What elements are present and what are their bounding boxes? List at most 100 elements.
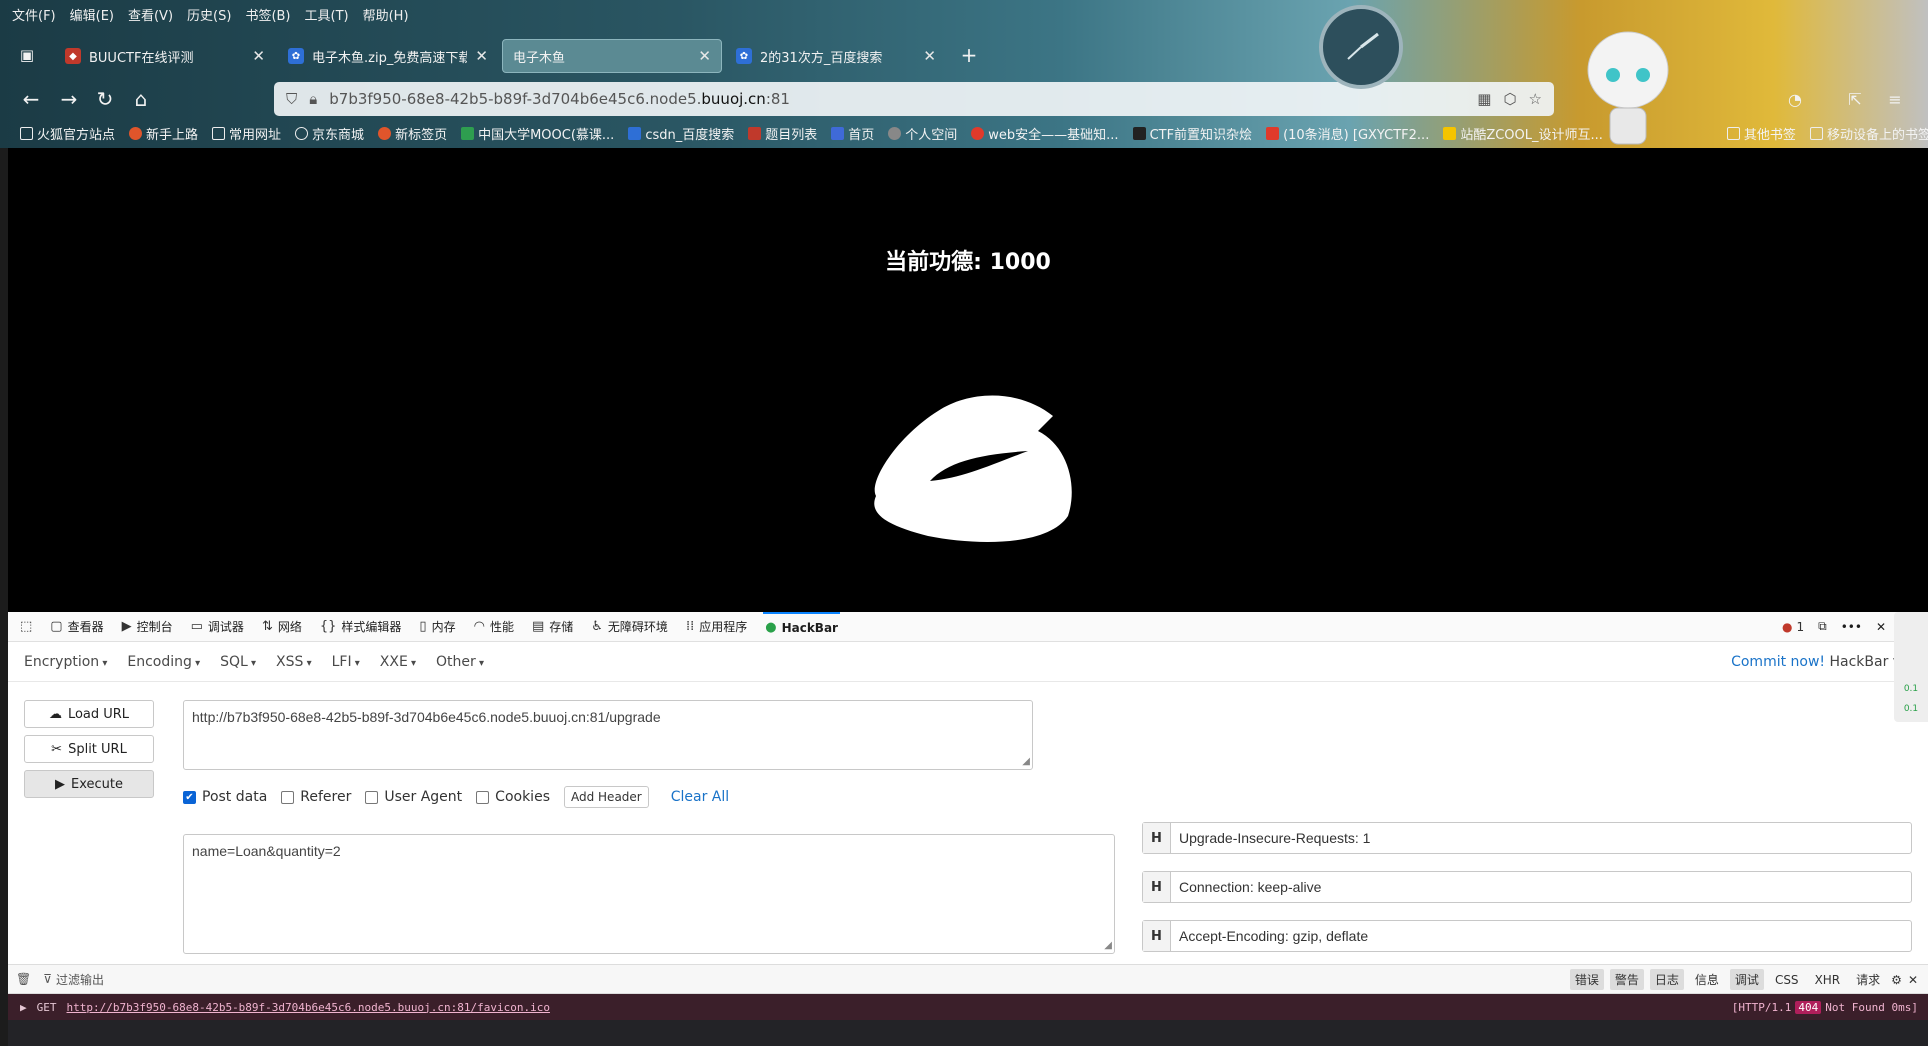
resize-grip-icon[interactable]: ◢ <box>1104 940 1112 951</box>
bookmark-item[interactable]: 移动设备上的书签 <box>1809 124 1928 143</box>
menu-encryption[interactable]: Encryption <box>24 654 107 670</box>
tab-console[interactable]: ▶ 控制台 <box>120 612 175 642</box>
filter-xhr[interactable]: XHR <box>1810 971 1846 989</box>
commit-link[interactable]: Commit now! <box>1731 654 1825 670</box>
expand-arrow-icon[interactable]: ▶ <box>20 1001 27 1014</box>
forward-arrow-icon[interactable]: → <box>54 84 84 114</box>
menu-xxe[interactable]: XXE <box>380 654 416 670</box>
bookmark-item[interactable]: 首页 <box>831 124 874 143</box>
bookmark-item[interactable]: 个人空间 <box>888 124 957 143</box>
more-options-icon[interactable]: ••• <box>1841 620 1862 634</box>
tab-zip-download[interactable]: ✿ 电子木鱼.zip_免费高速下载|百... ✕ <box>278 39 498 73</box>
request-url-link[interactable]: http://b7b3f950-68e8-42b5-b89f-3d704b6e4… <box>67 1001 550 1014</box>
menu-tools[interactable]: 工具(T) <box>305 5 349 24</box>
pick-element-icon[interactable]: ⬚ <box>18 612 34 642</box>
resize-grip-icon[interactable]: ◢ <box>1022 756 1030 767</box>
tab-baidu-search[interactable]: ✿ 2的31次方_百度搜索 ✕ <box>726 39 946 73</box>
split-url-button[interactable]: ✂ Split URL <box>24 735 154 763</box>
toolbar-extension-icon[interactable]: ◔ <box>1780 84 1810 114</box>
menu-sql[interactable]: SQL <box>220 654 256 670</box>
tab-inspector[interactable]: ▢ 查看器 <box>48 612 105 642</box>
menu-help[interactable]: 帮助(H) <box>363 5 409 24</box>
menu-hamburger-icon[interactable]: ≡ <box>1880 84 1910 114</box>
tab-debugger[interactable]: ▭ 调试器 <box>189 612 246 642</box>
star-icon[interactable]: ☆ <box>1529 90 1542 108</box>
close-console-icon[interactable]: ✕ <box>1908 973 1918 987</box>
bookmark-item[interactable]: csdn_百度搜索 <box>628 124 734 143</box>
tab-network[interactable]: ⇅ 网络 <box>260 612 304 642</box>
tab-muyu-active[interactable]: 电子木鱼 ✕ <box>502 39 722 73</box>
bookmark-item[interactable]: 中国大学MOOC(慕课... <box>461 124 614 143</box>
menu-edit[interactable]: 编辑(E) <box>70 5 114 24</box>
tab-hackbar[interactable]: ● HackBar <box>763 611 840 642</box>
bookmark-item[interactable]: CTF前置知识杂烩 <box>1132 124 1252 143</box>
bookmark-item[interactable]: 题目列表 <box>748 124 817 143</box>
menu-other[interactable]: Other <box>436 654 484 670</box>
filter-requests[interactable]: 请求 <box>1851 969 1885 990</box>
menu-encoding[interactable]: Encoding <box>127 654 200 670</box>
tab-storage[interactable]: ▤ 存储 <box>530 612 575 642</box>
qr-code-icon[interactable]: ▦ <box>1477 90 1491 108</box>
tab-performance[interactable]: ◠ 性能 <box>472 612 516 642</box>
add-header-button[interactable]: Add Header <box>563 786 649 808</box>
cookies-checkbox[interactable]: Cookies <box>476 789 550 805</box>
close-devtools-icon[interactable]: ✕ <box>1876 620 1886 634</box>
lock-icon[interactable]: 🔒︎ <box>309 90 317 108</box>
menu-file[interactable]: 文件(F) <box>12 5 56 24</box>
execute-button[interactable]: ▶ Execute <box>24 770 154 798</box>
wooden-fish-icon[interactable] <box>868 386 1074 546</box>
reload-icon[interactable]: ↻ <box>90 84 120 114</box>
header-value[interactable]: Connection: keep-alive <box>1171 879 1321 895</box>
post-data-checkbox[interactable]: ✔ Post data <box>183 789 267 805</box>
user-agent-checkbox[interactable]: User Agent <box>365 789 462 805</box>
bookmark-item[interactable]: 其他书签 <box>1726 124 1796 143</box>
bookmark-item[interactable]: 常用网址 <box>212 124 281 143</box>
settings-gear-icon[interactable]: ⚙ <box>1891 973 1902 987</box>
url-textarea[interactable]: http://b7b3f950-68e8-42b5-b89f-3d704b6e4… <box>183 700 1033 770</box>
response-status[interactable]: [HTTP/1.1 404 Not Found 0ms] <box>1732 1001 1918 1014</box>
filter-debug[interactable]: 调试 <box>1729 969 1764 990</box>
post-data-textarea[interactable]: name=Loan&quantity=2 ◢ <box>183 834 1115 954</box>
header-value[interactable]: Upgrade-Insecure-Requests: 1 <box>1171 830 1370 846</box>
load-url-button[interactable]: ☁ Load URL <box>24 700 154 728</box>
bookmark-item[interactable]: web安全——基础知... <box>971 124 1119 143</box>
header-row[interactable]: H Connection: keep-alive <box>1142 871 1912 903</box>
close-icon[interactable]: ✕ <box>698 47 711 65</box>
tab-application[interactable]: ⁞⁞ 应用程序 <box>684 612 749 642</box>
filter-css[interactable]: CSS <box>1770 971 1804 989</box>
menu-history[interactable]: 历史(S) <box>187 5 231 24</box>
extension-icon[interactable]: ⬡ <box>1503 90 1516 108</box>
bookmark-item[interactable]: (10条消息) [GXYCTF2... <box>1266 124 1429 143</box>
referer-checkbox[interactable]: Referer <box>281 789 351 805</box>
menu-bookmarks[interactable]: 书签(B) <box>245 5 290 24</box>
tab-memory[interactable]: ▯ 内存 <box>417 612 457 642</box>
tab-style-editor[interactable]: {} 样式编辑器 <box>318 612 404 642</box>
tab-accessibility[interactable]: ♿︎ 无障碍环境 <box>589 612 670 642</box>
bookmark-item[interactable]: 新标签页 <box>378 124 447 143</box>
new-tab-button[interactable]: + <box>954 40 984 70</box>
header-row[interactable]: H Upgrade-Insecure-Requests: 1 <box>1142 822 1912 854</box>
back-arrow-icon[interactable]: ← <box>16 84 46 114</box>
filter-errors[interactable]: 错误 <box>1569 969 1604 990</box>
console-input-area[interactable] <box>8 1020 1928 1046</box>
tab-overview-icon[interactable]: ▣ <box>12 40 42 70</box>
bookmark-item[interactable]: 火狐官方站点 <box>20 124 115 143</box>
menu-lfi[interactable]: LFI <box>332 654 360 670</box>
bookmark-item[interactable]: 京东商城 <box>295 124 364 143</box>
dock-icon[interactable]: ⧉ <box>1818 619 1827 634</box>
close-icon[interactable]: ✕ <box>252 47 265 65</box>
home-icon[interactable]: ⌂ <box>126 84 156 114</box>
close-icon[interactable]: ✕ <box>475 47 488 65</box>
clear-all-link[interactable]: Clear All <box>671 789 729 805</box>
filter-info[interactable]: 信息 <box>1690 969 1724 990</box>
header-row[interactable]: H Accept-Encoding: gzip, deflate <box>1142 920 1912 952</box>
filter-warnings[interactable]: 警告 <box>1609 969 1644 990</box>
bookmark-item[interactable]: 新手上路 <box>129 124 198 143</box>
tab-buuctf[interactable]: ◆ BUUCTF在线评测 ✕ <box>55 39 275 73</box>
error-count-badge[interactable]: ● 1 <box>1782 620 1804 634</box>
header-value[interactable]: Accept-Encoding: gzip, deflate <box>1171 928 1368 944</box>
toolbar-extension-icon[interactable]: ⇱ <box>1840 84 1870 114</box>
console-message[interactable]: ▶ GET http://b7b3f950-68e8-42b5-b89f-3d7… <box>8 994 1928 1020</box>
shield-icon[interactable]: ⛉ <box>286 90 297 108</box>
console-filter-input[interactable]: ⊽ 过滤输出 <box>43 971 104 988</box>
